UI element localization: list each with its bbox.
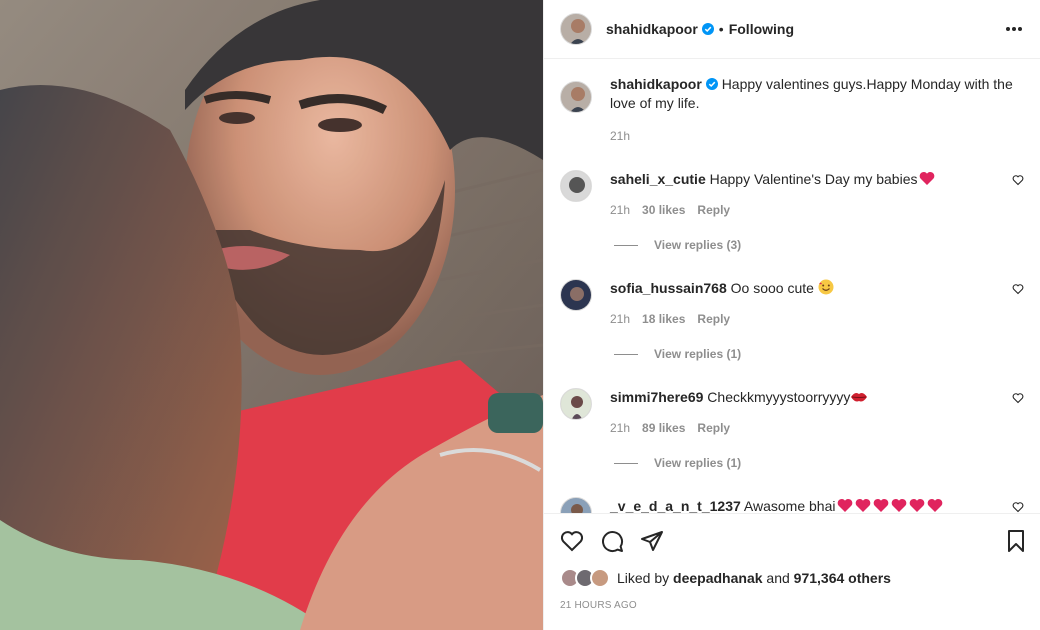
header-separator: • — [718, 21, 724, 37]
commenter-avatar[interactable] — [560, 497, 592, 513]
comment-meta: 21h 30 likes Reply — [610, 201, 1000, 220]
commenter-avatar[interactable] — [560, 388, 592, 420]
red-heart-icon — [835, 498, 943, 513]
commenter-username[interactable]: saheli_x_cutie — [610, 171, 706, 187]
caption-avatar[interactable] — [560, 81, 592, 113]
liked-by-username[interactable]: deepadhanak — [673, 570, 762, 586]
author-avatar[interactable] — [560, 13, 592, 45]
couple-selfie-image — [0, 0, 543, 630]
reply-button[interactable]: Reply — [697, 310, 730, 329]
like-comment-icon[interactable] — [1012, 283, 1024, 295]
caption-body: shahidkapoor Happy valentines guys.Happy… — [610, 75, 1020, 146]
comment-item: simmi7here69 Checkkmyyystoorryyyy 21h 89… — [560, 388, 1024, 473]
comment-text: Checkkmyyystoorryyyy — [707, 389, 851, 405]
reply-button[interactable]: Reply — [697, 419, 730, 438]
comment-text: Awasome bhai — [743, 498, 836, 513]
comment-body: _v_e_d_a_n_t_1237 Awasome bhai — [610, 497, 1000, 513]
comment-likes[interactable]: 30 likes — [642, 201, 685, 220]
likes-summary: Liked by deepadhanak and 971,364 others — [560, 568, 1024, 588]
following-button[interactable]: Following — [729, 21, 794, 37]
comment-time[interactable]: 21h — [610, 310, 630, 329]
comments-list[interactable]: shahidkapoor Happy valentines guys.Happy… — [544, 59, 1040, 513]
liked-prefix: Liked by — [617, 570, 670, 586]
like-comment-icon[interactable] — [1012, 501, 1024, 513]
comment-meta: 21h 89 likes Reply — [610, 419, 1000, 438]
liker-avatars[interactable] — [560, 568, 610, 588]
comment-item: sofia_hussain768 Oo sooo cute 21h 18 lik… — [560, 279, 1024, 364]
post-photo[interactable] — [0, 0, 543, 630]
post-side-panel: shahidkapoor • Following shahidkapoor Ha… — [543, 0, 1040, 630]
comment-likes[interactable]: 18 likes — [642, 310, 685, 329]
comment-meta: 21h 18 likes Reply — [610, 310, 1000, 329]
view-replies-button[interactable]: View replies (1) — [610, 454, 1000, 473]
reply-button[interactable]: Reply — [697, 201, 730, 220]
caption-time[interactable]: 21h — [610, 127, 1020, 146]
likes-count[interactable]: 971,364 others — [794, 570, 891, 586]
comment-item: _v_e_d_a_n_t_1237 Awasome bhai — [560, 497, 1024, 513]
instagram-post: shahidkapoor • Following shahidkapoor Ha… — [0, 0, 1040, 630]
comment-time[interactable]: 21h — [610, 419, 630, 438]
action-icons — [560, 526, 1024, 556]
comment-body: simmi7here69 Checkkmyyystoorryyyy 21h 89… — [610, 388, 1000, 473]
comment-item: saheli_x_cutie Happy Valentine's Day my … — [560, 170, 1024, 255]
comment-bubble-icon[interactable] — [600, 529, 624, 553]
verified-badge-icon — [701, 23, 714, 35]
view-replies-button[interactable]: View replies (3) — [610, 236, 1000, 255]
view-replies-button[interactable]: View replies (1) — [610, 345, 1000, 364]
like-comment-icon[interactable] — [1012, 392, 1024, 404]
comment-body: sofia_hussain768 Oo sooo cute 21h 18 lik… — [610, 279, 1000, 364]
post-caption: shahidkapoor Happy valentines guys.Happy… — [560, 75, 1024, 146]
comment-body: saheli_x_cutie Happy Valentine's Day my … — [610, 170, 1000, 255]
comment-text: Oo sooo cute — [730, 280, 814, 296]
smiling-face-with-hearts-icon — [818, 279, 834, 295]
red-heart-icon — [920, 171, 935, 185]
author-username[interactable]: shahidkapoor — [606, 21, 698, 37]
like-comment-icon[interactable] — [1012, 174, 1024, 186]
commenter-avatar[interactable] — [560, 279, 592, 311]
commenter-username[interactable]: sofia_hussain768 — [610, 280, 727, 296]
comment-time[interactable]: 21h — [610, 201, 630, 220]
heart-outline-icon[interactable] — [560, 529, 584, 553]
commenter-username[interactable]: _v_e_d_a_n_t_1237 — [610, 498, 741, 513]
post-header: shahidkapoor • Following — [544, 0, 1040, 59]
liked-and: and — [766, 570, 790, 586]
comment-text: Happy Valentine's Day my babies — [709, 171, 918, 187]
comment-likes[interactable]: 89 likes — [642, 419, 685, 438]
kiss-mark-icon — [851, 393, 868, 402]
verified-badge-icon — [705, 78, 718, 90]
commenter-username[interactable]: simmi7here69 — [610, 389, 703, 405]
commenter-avatar[interactable] — [560, 170, 592, 202]
paper-plane-icon[interactable] — [640, 529, 664, 553]
post-actions: Liked by deepadhanak and 971,364 others … — [544, 513, 1040, 630]
post-timestamp[interactable]: 21 HOURS AGO — [560, 600, 1024, 611]
more-options-icon[interactable] — [1004, 19, 1024, 39]
bookmark-icon[interactable] — [1004, 529, 1028, 553]
caption-username[interactable]: shahidkapoor — [610, 76, 702, 92]
